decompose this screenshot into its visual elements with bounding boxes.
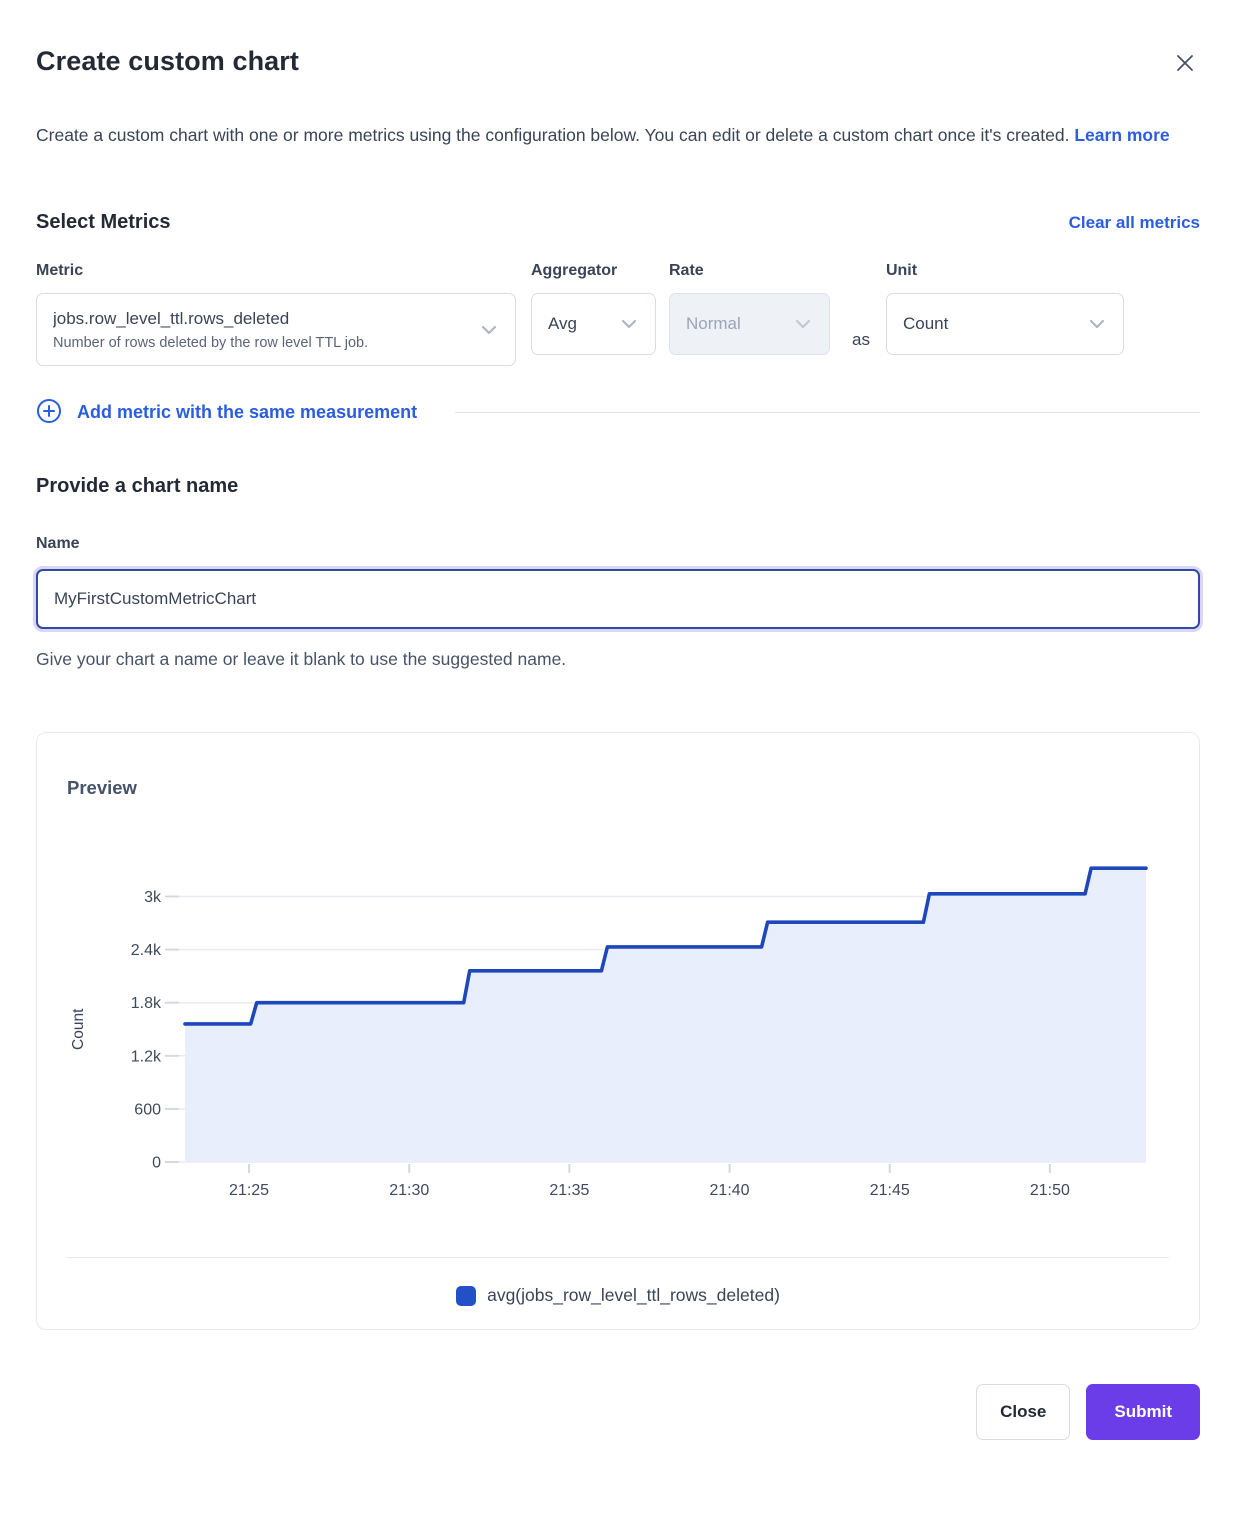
rate-label: Rate (669, 262, 830, 280)
aggregator-select-value: Avg (548, 314, 577, 334)
legend-label: avg(jobs_row_level_ttl_rows_deleted) (487, 1285, 780, 1306)
rate-select-value: Normal (686, 314, 741, 334)
preview-chart-svg: 0 600 1.2k 1.8k 2.4k 3k 21:25 21:30 21:35 21:40 21… (67, 831, 1171, 1211)
metric-field: Metric jobs.row_level_ttl.rows_deleted N… (36, 262, 516, 366)
create-custom-chart-modal: Create custom chart Create a custom char… (0, 0, 1236, 1480)
preview-card: Preview 0 600 1.2k 1.8k 2.4k 3k 21:25 21:30 21:3… (36, 732, 1200, 1330)
close-button[interactable] (1170, 48, 1200, 78)
preview-chart: 0 600 1.2k 1.8k 2.4k 3k 21:25 21:30 21:35 21:40 21… (67, 831, 1169, 1211)
legend-swatch (456, 1286, 476, 1306)
unit-select[interactable]: Count (886, 293, 1124, 355)
metric-label: Metric (36, 262, 516, 280)
chevron-down-icon (619, 314, 639, 334)
chart-name-heading: Provide a chart name (36, 475, 1200, 498)
add-metric-row: Add metric with the same measurement (36, 398, 1200, 427)
rate-field: Rate Normal (669, 262, 830, 355)
svg-text:2.4k: 2.4k (131, 942, 162, 959)
svg-text:3k: 3k (144, 889, 162, 906)
modal-description-text: Create a custom chart with one or more m… (36, 125, 1069, 145)
plus-circle-icon (36, 398, 62, 427)
aggregator-select[interactable]: Avg (531, 293, 656, 355)
svg-text:0: 0 (152, 1155, 161, 1172)
svg-text:21:35: 21:35 (549, 1182, 589, 1199)
aggregator-field: Aggregator Avg (531, 262, 656, 355)
svg-text:21:30: 21:30 (389, 1182, 429, 1199)
svg-text:21:25: 21:25 (229, 1182, 269, 1199)
modal-header: Create custom chart (36, 46, 1200, 78)
metric-select-value: jobs.row_level_ttl.rows_deleted (53, 309, 368, 329)
add-metric-label: Add metric with the same measurement (77, 402, 417, 423)
as-label: as (852, 330, 870, 366)
unit-label: Unit (886, 262, 1124, 280)
metrics-config-row: Metric jobs.row_level_ttl.rows_deleted N… (36, 262, 1200, 366)
svg-text:21:50: 21:50 (1030, 1182, 1070, 1199)
rate-select: Normal (669, 293, 830, 355)
chevron-down-icon (793, 314, 813, 334)
learn-more-link[interactable]: Learn more (1074, 125, 1169, 145)
close-icon (1174, 52, 1196, 74)
legend-divider (67, 1257, 1169, 1258)
name-input[interactable] (36, 569, 1200, 629)
metric-select-description: Number of rows deleted by the row level … (53, 335, 368, 351)
clear-all-metrics-link[interactable]: Clear all metrics (1069, 213, 1200, 233)
metric-select-texts: jobs.row_level_ttl.rows_deleted Number o… (53, 309, 368, 351)
modal-description: Create a custom chart with one or more m… (36, 116, 1181, 154)
unit-select-value: Count (903, 314, 948, 334)
name-helper-text: Give your chart a name or leave it blank… (36, 649, 1200, 670)
svg-text:1.2k: 1.2k (131, 1048, 162, 1065)
svg-text:Count: Count (70, 1008, 87, 1050)
select-metrics-header: Select Metrics Clear all metrics (36, 211, 1200, 234)
unit-field: Unit Count (886, 262, 1124, 355)
modal-footer: Close Submit (36, 1384, 1200, 1440)
chart-legend: avg(jobs_row_level_ttl_rows_deleted) (67, 1285, 1169, 1306)
modal-title: Create custom chart (36, 46, 299, 77)
metric-select[interactable]: jobs.row_level_ttl.rows_deleted Number o… (36, 293, 516, 366)
preview-heading: Preview (67, 777, 1169, 799)
name-label: Name (36, 535, 1200, 553)
chevron-down-icon (479, 320, 499, 340)
svg-text:21:40: 21:40 (710, 1182, 750, 1199)
chevron-down-icon (1087, 314, 1107, 334)
svg-text:1.8k: 1.8k (131, 995, 162, 1012)
submit-button[interactable]: Submit (1086, 1384, 1200, 1440)
close-button-footer[interactable]: Close (976, 1384, 1070, 1440)
aggregator-label: Aggregator (531, 262, 656, 280)
add-metric-button[interactable]: Add metric with the same measurement (36, 398, 417, 427)
metrics-divider (455, 412, 1200, 413)
svg-text:21:45: 21:45 (870, 1182, 910, 1199)
svg-text:600: 600 (134, 1101, 161, 1118)
select-metrics-heading: Select Metrics (36, 211, 171, 234)
